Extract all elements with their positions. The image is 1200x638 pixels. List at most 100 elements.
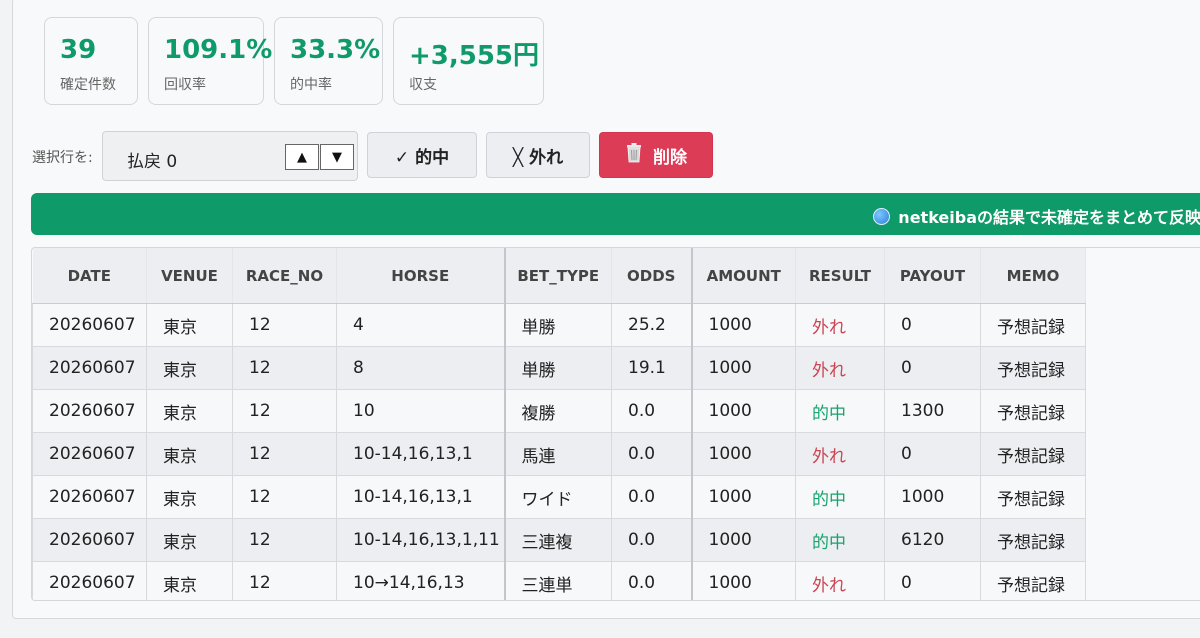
cell-memo[interactable]: 予想記録 — [980, 303, 1086, 347]
cell-race-no[interactable]: 12 — [232, 303, 337, 347]
cell-memo[interactable]: 予想記録 — [980, 475, 1086, 519]
cell-result[interactable]: 的中 — [795, 475, 885, 519]
cell-date[interactable]: 20260607 — [32, 432, 147, 476]
cell-date[interactable]: 20260607 — [32, 389, 147, 433]
cell-horse[interactable]: 10-14,16,13,1 — [336, 432, 506, 476]
cell-memo[interactable]: 予想記録 — [980, 389, 1086, 433]
cell-memo[interactable]: 予想記録 — [980, 561, 1086, 600]
cell-horse[interactable]: 4 — [336, 303, 506, 347]
column-header-result[interactable]: RESULT — [795, 248, 885, 304]
cell-result[interactable]: 的中 — [795, 389, 885, 433]
cell-bet-type[interactable]: 馬連 — [504, 432, 612, 476]
cell-venue[interactable]: 東京 — [146, 389, 233, 433]
mark-miss-button[interactable]: ╳ 外れ — [486, 132, 590, 178]
cell-payout[interactable]: 1300 — [884, 389, 981, 433]
column-header-bet-type[interactable]: BET_TYPE — [504, 248, 612, 304]
cell-payout[interactable]: 6120 — [884, 518, 981, 562]
cell-payout[interactable]: 0 — [884, 346, 981, 390]
column-header-horse[interactable]: HORSE — [336, 248, 506, 304]
bets-table-container[interactable]: DATE VENUE RACE_NO HORSE BET_TYPE ODDS A… — [31, 247, 1200, 601]
cell-payout[interactable]: 0 — [884, 303, 981, 347]
cell-payout[interactable]: 0 — [884, 561, 981, 600]
column-header-race-no[interactable]: RACE_NO — [232, 248, 337, 304]
mark-hit-button[interactable]: ✓ 的中 — [367, 132, 477, 178]
cell-venue[interactable]: 東京 — [146, 475, 233, 519]
table-row[interactable]: 20260607 東京 12 10→14,16,13 三連単 0.0 1000 … — [32, 561, 1086, 600]
column-header-amount[interactable]: AMOUNT — [691, 248, 796, 304]
apply-netkeiba-results-button[interactable]: netkeibaの結果で未確定をまとめて反映 — [31, 193, 1200, 235]
cell-date[interactable]: 20260607 — [32, 303, 147, 347]
cell-payout[interactable]: 1000 — [884, 475, 981, 519]
cell-horse[interactable]: 10→14,16,13 — [336, 561, 506, 600]
stat-value: 33.3% — [290, 35, 381, 65]
cell-memo[interactable]: 予想記録 — [980, 346, 1086, 390]
cell-bet-type[interactable]: ワイド — [504, 475, 612, 519]
cell-horse[interactable]: 10 — [336, 389, 506, 433]
cell-odds[interactable]: 0.0 — [611, 518, 693, 562]
cell-amount[interactable]: 1000 — [691, 346, 796, 390]
table-row[interactable]: 20260607 東京 12 10 複勝 0.0 1000 的中 1300 予想… — [32, 389, 1086, 433]
table-row[interactable]: 20260607 東京 12 10-14,16,13,1 ワイド 0.0 100… — [32, 475, 1086, 519]
cell-result[interactable]: 外れ — [795, 346, 885, 390]
cell-bet-type[interactable]: 三連単 — [504, 561, 612, 600]
payout-value[interactable]: 払戻 0 — [127, 147, 177, 172]
cell-date[interactable]: 20260607 — [32, 475, 147, 519]
delete-label: 削除 — [653, 147, 687, 168]
cell-result[interactable]: 外れ — [795, 561, 885, 600]
cell-venue[interactable]: 東京 — [146, 432, 233, 476]
cell-venue[interactable]: 東京 — [146, 303, 233, 347]
cell-bet-type[interactable]: 単勝 — [504, 303, 612, 347]
cell-odds[interactable]: 0.0 — [611, 561, 693, 600]
column-header-payout[interactable]: PAYOUT — [884, 248, 981, 304]
table-row[interactable]: 20260607 東京 12 4 単勝 25.2 1000 外れ 0 予想記録 — [32, 303, 1086, 347]
cell-result[interactable]: 外れ — [795, 303, 885, 347]
delete-button[interactable]: 削除 — [599, 132, 713, 178]
cell-memo[interactable]: 予想記録 — [980, 518, 1086, 562]
cell-amount[interactable]: 1000 — [691, 561, 796, 600]
column-header-odds[interactable]: ODDS — [611, 248, 693, 304]
cell-race-no[interactable]: 12 — [232, 346, 337, 390]
table-row[interactable]: 20260607 東京 12 10-14,16,13,1 馬連 0.0 1000… — [32, 432, 1086, 476]
cell-race-no[interactable]: 12 — [232, 432, 337, 476]
spin-up-button[interactable]: ▲ — [285, 144, 319, 170]
cell-date[interactable]: 20260607 — [32, 346, 147, 390]
cell-race-no[interactable]: 12 — [232, 389, 337, 433]
cell-horse[interactable]: 8 — [336, 346, 506, 390]
cell-amount[interactable]: 1000 — [691, 518, 796, 562]
cell-venue[interactable]: 東京 — [146, 518, 233, 562]
cell-horse[interactable]: 10-14,16,13,1,11 — [336, 518, 506, 562]
cell-race-no[interactable]: 12 — [232, 561, 337, 600]
cell-venue[interactable]: 東京 — [146, 346, 233, 390]
cell-odds[interactable]: 0.0 — [611, 389, 693, 433]
cell-date[interactable]: 20260607 — [32, 518, 147, 562]
cell-race-no[interactable]: 12 — [232, 518, 337, 562]
column-header-venue[interactable]: VENUE — [146, 248, 233, 304]
cell-bet-type[interactable]: 複勝 — [504, 389, 612, 433]
cell-odds[interactable]: 0.0 — [611, 432, 693, 476]
cell-odds[interactable]: 19.1 — [611, 346, 693, 390]
cell-date[interactable]: 20260607 — [32, 561, 147, 600]
spin-down-button[interactable]: ▼ — [320, 144, 354, 170]
cell-result[interactable]: 的中 — [795, 518, 885, 562]
cell-bet-type[interactable]: 三連複 — [504, 518, 612, 562]
banner-label: netkeibaの結果で未確定をまとめて反映 — [898, 208, 1200, 227]
cell-horse[interactable]: 10-14,16,13,1 — [336, 475, 506, 519]
payout-spinbox[interactable]: 払戻 0 ▲ ▼ — [102, 131, 358, 181]
cell-bet-type[interactable]: 単勝 — [504, 346, 612, 390]
column-header-memo[interactable]: MEMO — [980, 248, 1086, 304]
cell-memo[interactable]: 予想記録 — [980, 432, 1086, 476]
cell-odds[interactable]: 0.0 — [611, 475, 693, 519]
cell-odds[interactable]: 25.2 — [611, 303, 693, 347]
cell-result[interactable]: 外れ — [795, 432, 885, 476]
table-row[interactable]: 20260607 東京 12 10-14,16,13,1,11 三連複 0.0 … — [32, 518, 1086, 562]
cell-amount[interactable]: 1000 — [691, 475, 796, 519]
cell-race-no[interactable]: 12 — [232, 475, 337, 519]
column-header-date[interactable]: DATE — [32, 248, 147, 304]
cell-payout[interactable]: 0 — [884, 432, 981, 476]
cell-amount[interactable]: 1000 — [691, 389, 796, 433]
cell-amount[interactable]: 1000 — [691, 432, 796, 476]
stat-label: 的中率 — [290, 77, 332, 93]
cell-venue[interactable]: 東京 — [146, 561, 233, 600]
cell-amount[interactable]: 1000 — [691, 303, 796, 347]
table-row[interactable]: 20260607 東京 12 8 単勝 19.1 1000 外れ 0 予想記録 — [32, 346, 1086, 390]
